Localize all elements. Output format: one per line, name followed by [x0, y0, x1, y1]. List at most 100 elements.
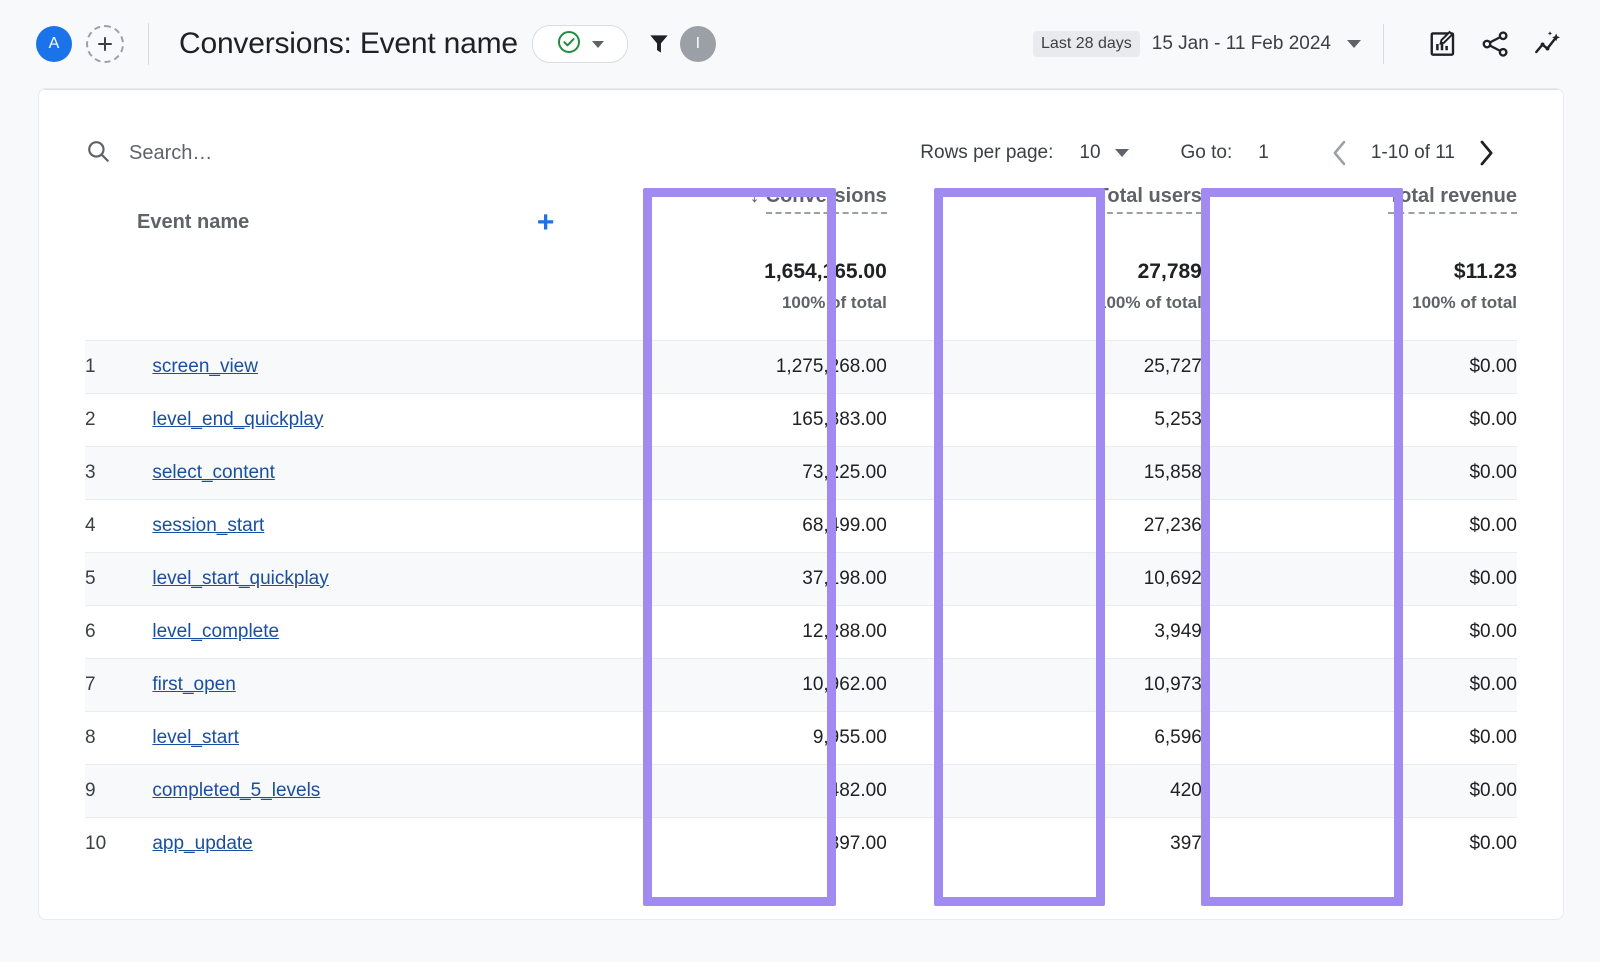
conversion-status-chip[interactable]	[532, 25, 628, 63]
share-icon[interactable]	[1480, 29, 1510, 59]
table-row[interactable]: 4session_start 68,499.00 27,236 $0.00	[85, 499, 1517, 552]
event-link[interactable]: level_complete	[152, 621, 279, 642]
check-circle-icon	[556, 29, 582, 60]
row-event-name[interactable]: completed_5_levels	[152, 764, 580, 817]
event-link[interactable]: app_update	[152, 833, 252, 854]
table-row[interactable]: 5level_start_quickplay37,198.0010,692$0.…	[85, 552, 1517, 605]
row-conversions: 1,275,268.00	[700, 340, 887, 393]
row-total-revenue: $0.00	[1330, 764, 1517, 817]
row-conversions: 68,499.00	[700, 499, 887, 552]
row-event-name[interactable]: first_open	[152, 658, 580, 711]
row-total-revenue: $0.00	[1330, 605, 1517, 658]
row-rank: 9	[85, 764, 152, 817]
date-range-label[interactable]: 15 Jan - 11 Feb 2024	[1152, 33, 1331, 55]
row-gap-1	[887, 552, 1015, 605]
metric-header-total-revenue[interactable]: Total revenue $11.23 100% of total	[1330, 185, 1517, 340]
row-conversions: 10,962.00	[700, 658, 887, 711]
metric-total: 27,789	[1015, 260, 1202, 284]
table-row[interactable]: 2level_end_quickplay165,883.005,253$0.00	[85, 393, 1517, 446]
row-event-name[interactable]: level_start	[152, 711, 580, 764]
row-event-name[interactable]: screen_view	[152, 340, 580, 393]
row-conversions: 37,198.00	[700, 552, 887, 605]
row-total-users: 6,596	[1015, 711, 1202, 764]
search-icon	[85, 138, 111, 169]
row-rank: 4	[85, 499, 152, 552]
plus-circle-dashed-icon[interactable]	[86, 25, 124, 63]
table-row[interactable]: 3select_content73,225.0015,858$0.00	[85, 446, 1517, 499]
row-total-revenue: $0.00	[1330, 499, 1517, 552]
row-event-name[interactable]: app_update	[152, 817, 580, 870]
table-row[interactable]: 10app_update397.00397$0.00	[85, 817, 1517, 870]
report-table: Event name + ↓Conversions 1,654,165.00 1…	[85, 185, 1517, 870]
row-spacer-1	[580, 764, 700, 817]
metric-name: Total revenue	[1388, 185, 1517, 214]
edit-chart-icon[interactable]	[1428, 29, 1458, 59]
metric-subtotal: 100% of total	[1015, 293, 1202, 313]
event-link[interactable]: screen_view	[152, 356, 258, 377]
user-avatar[interactable]: I	[680, 26, 716, 62]
row-rank: 1	[85, 340, 152, 393]
row-gap-2	[1202, 340, 1330, 393]
row-total-users: 397	[1015, 817, 1202, 870]
search-input[interactable]: Search…	[129, 142, 212, 165]
row-spacer-1	[580, 817, 700, 870]
row-event-name[interactable]: session_start	[152, 499, 580, 552]
avatar[interactable]: A	[36, 26, 72, 62]
row-rank: 8	[85, 711, 152, 764]
row-total-users: 5,253	[1015, 393, 1202, 446]
row-rank: 6	[85, 605, 152, 658]
table-body: 1screen_view1,275,268.0025,727$0.002leve…	[85, 340, 1517, 870]
dimension-header-label: Event name	[137, 211, 249, 234]
row-total-revenue: $0.00	[1330, 446, 1517, 499]
chevron-left-icon[interactable]	[1329, 138, 1351, 168]
row-gap-2	[1202, 393, 1330, 446]
table-row[interactable]: 1screen_view1,275,268.0025,727$0.00	[85, 340, 1517, 393]
event-link[interactable]: first_open	[152, 674, 235, 695]
row-rank: 5	[85, 552, 152, 605]
row-rank: 2	[85, 393, 152, 446]
chevron-down-icon[interactable]	[1115, 149, 1129, 157]
event-link[interactable]: level_start_quickplay	[152, 568, 328, 589]
table-row[interactable]: 8level_start9,955.006,596$0.00	[85, 711, 1517, 764]
row-conversions: 482.00	[700, 764, 887, 817]
row-total-users: 27,236	[1015, 499, 1202, 552]
row-event-name[interactable]: level_complete	[152, 605, 580, 658]
row-event-name[interactable]: select_content	[152, 446, 580, 499]
search-box[interactable]: Search…	[85, 138, 212, 169]
event-link[interactable]: select_content	[152, 462, 275, 483]
filter-funnel-icon[interactable]	[646, 31, 672, 57]
card-top-rule	[39, 89, 1563, 90]
row-total-revenue: $0.00	[1330, 711, 1517, 764]
row-spacer-1	[580, 658, 700, 711]
row-gap-1	[887, 340, 1015, 393]
row-event-name[interactable]: level_end_quickplay	[152, 393, 580, 446]
event-link[interactable]: level_start	[152, 727, 239, 748]
arrow-down-icon[interactable]: ↓	[750, 185, 760, 207]
table-row[interactable]: 9completed_5_levels482.00420$0.00	[85, 764, 1517, 817]
row-total-revenue: $0.00	[1330, 340, 1517, 393]
row-rank: 3	[85, 446, 152, 499]
table-row[interactable]: 7first_open10,962.0010,973$0.00	[85, 658, 1517, 711]
row-event-name[interactable]: level_start_quickplay	[152, 552, 580, 605]
chevron-down-icon[interactable]	[1347, 40, 1361, 48]
header-spacer-1	[580, 185, 700, 340]
metric-name: Total users	[1097, 185, 1202, 214]
table-row[interactable]: 6level_complete12,288.003,949$0.00	[85, 605, 1517, 658]
pagination-range: 1-10 of 11	[1371, 142, 1455, 164]
event-link[interactable]: level_end_quickplay	[152, 409, 323, 430]
header-divider-2	[1383, 24, 1384, 64]
chevron-right-icon[interactable]	[1475, 138, 1497, 168]
date-preset-chip[interactable]: Last 28 days	[1033, 31, 1140, 57]
insights-trend-icon[interactable]	[1532, 28, 1564, 60]
row-total-users: 10,692	[1015, 552, 1202, 605]
plus-icon[interactable]: +	[537, 214, 555, 232]
goto-input[interactable]: 1	[1258, 142, 1269, 164]
rows-per-page-value[interactable]: 10	[1079, 142, 1100, 164]
metric-header-total-users[interactable]: Total users 27,789 100% of total	[1015, 185, 1202, 340]
event-link[interactable]: completed_5_levels	[152, 780, 320, 801]
event-link[interactable]: session_start	[152, 515, 264, 536]
row-gap-1	[887, 764, 1015, 817]
row-gap-2	[1202, 446, 1330, 499]
row-gap-1	[887, 499, 1015, 552]
metric-header-conversions[interactable]: ↓Conversions 1,654,165.00 100% of total	[700, 185, 887, 340]
